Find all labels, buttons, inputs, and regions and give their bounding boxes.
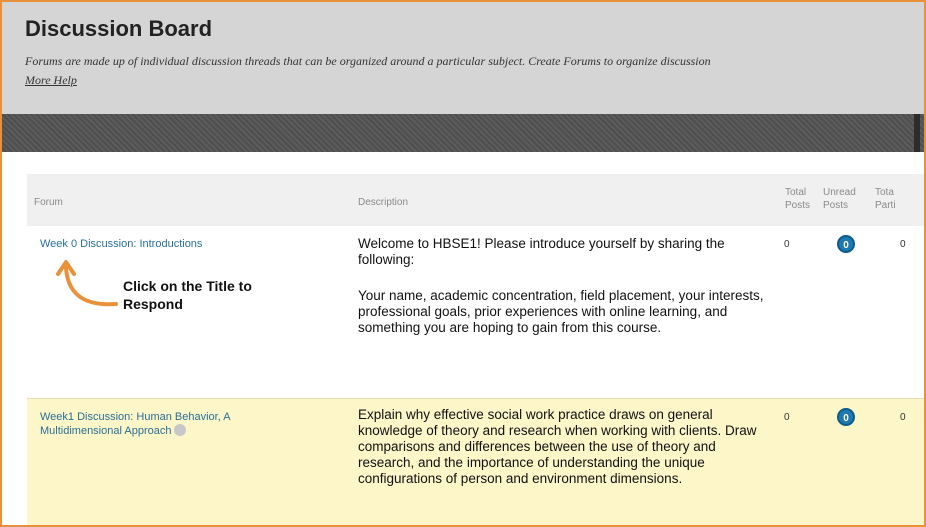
forum-link-label: Week1 Discussion: Human Behavior, A Mult… — [40, 411, 230, 437]
annotation-note: Click on the Title to Respond — [123, 277, 273, 313]
column-header-description[interactable]: Description — [358, 196, 408, 209]
page-title: Discussion Board — [25, 16, 213, 41]
page-intro: Forums are made up of individual discuss… — [25, 54, 711, 68]
participants-count: 0 — [900, 239, 906, 250]
curved-arrow-icon — [56, 260, 118, 307]
forum-link-week-1[interactable]: Week1 Discussion: Human Behavior, A Mult… — [40, 411, 290, 438]
screenshot-frame: Discussion Board Forums are made up of i… — [0, 0, 926, 527]
annotation-text: Click on the Title to Respond — [123, 278, 252, 312]
action-bar — [2, 114, 924, 152]
column-header-total-posts[interactable]: Total Posts — [785, 186, 825, 212]
table-row: Week1 Discussion: Human Behavior, A Mult… — [27, 398, 924, 525]
info-icon[interactable] — [174, 424, 187, 436]
more-help-link[interactable]: More Help — [25, 73, 77, 88]
forum-description: Welcome to HBSE1! Please introduce yours… — [358, 236, 725, 267]
forum-description-detail: Your name, academic concentration, field… — [358, 288, 764, 335]
unread-posts-badge[interactable]: 0 — [837, 408, 855, 426]
total-posts-count: 0 — [784, 239, 790, 250]
column-header-forum[interactable]: Forum — [34, 196, 63, 209]
forum-description: Explain why effective social work practi… — [358, 407, 757, 486]
action-bar-edge — [914, 114, 920, 152]
column-header-participants[interactable]: Tota Parti — [875, 186, 915, 212]
column-header-unread-posts[interactable]: Unread Posts — [823, 186, 863, 212]
total-posts-count: 0 — [784, 412, 790, 423]
table-header: Forum Description Total Posts Unread Pos… — [27, 174, 924, 226]
participants-count: 0 — [900, 412, 906, 423]
unread-posts-badge[interactable]: 0 — [837, 235, 855, 253]
forum-link-week-0[interactable]: Week 0 Discussion: Introductions — [40, 238, 290, 251]
page-header: Discussion Board Forums are made up of i… — [2, 2, 924, 114]
